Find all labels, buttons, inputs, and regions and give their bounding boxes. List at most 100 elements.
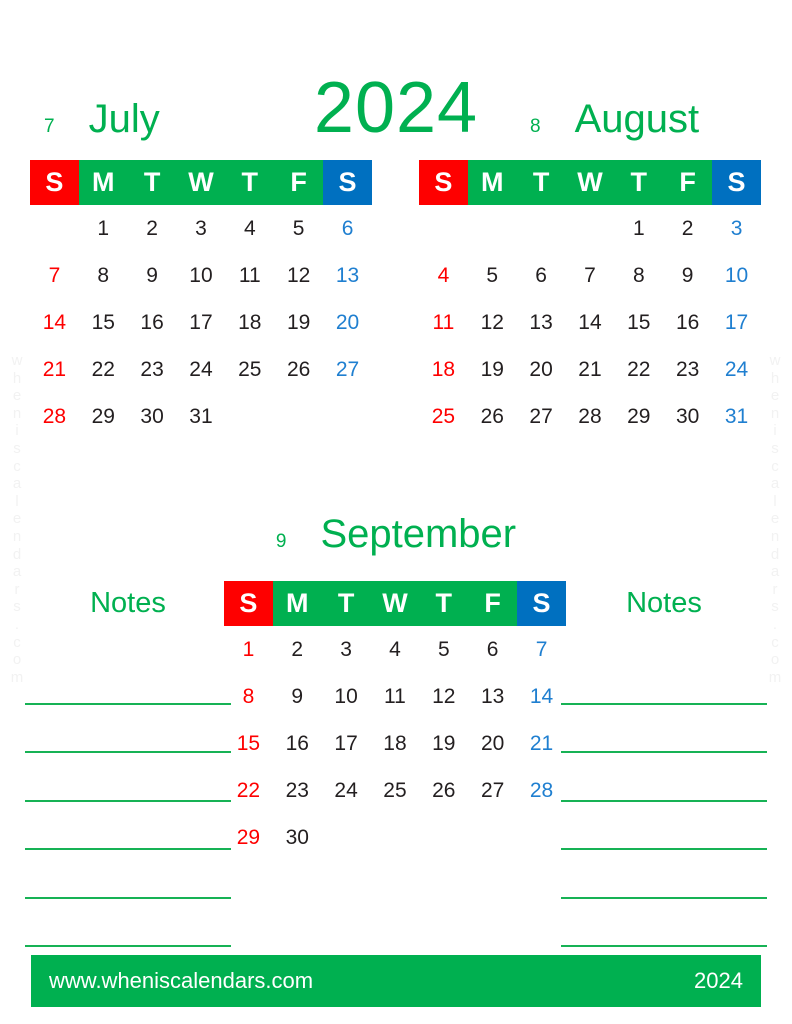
day-cell[interactable]: 5 — [274, 205, 323, 252]
day-cell[interactable]: 22 — [79, 346, 128, 393]
day-cell[interactable]: 11 — [371, 673, 420, 720]
day-cell[interactable]: 13 — [468, 673, 517, 720]
day-cell[interactable]: 26 — [419, 767, 468, 814]
day-cell[interactable]: 28 — [566, 393, 615, 440]
notes-write-line[interactable] — [561, 802, 767, 850]
day-cell[interactable]: 6 — [323, 205, 372, 252]
day-cell[interactable]: 18 — [371, 720, 420, 767]
day-cell[interactable]: 16 — [273, 720, 322, 767]
day-cell[interactable]: 27 — [517, 393, 566, 440]
day-cell[interactable]: 7 — [517, 626, 566, 673]
notes-write-line[interactable] — [561, 656, 767, 705]
day-cell[interactable]: 30 — [663, 393, 712, 440]
day-cell[interactable]: 21 — [566, 346, 615, 393]
day-cell[interactable]: 11 — [225, 252, 274, 299]
day-cell[interactable]: 23 — [128, 346, 177, 393]
day-cell[interactable]: 21 — [517, 720, 566, 767]
day-cell[interactable]: 15 — [224, 720, 273, 767]
day-cell[interactable]: 13 — [517, 299, 566, 346]
notes-write-line[interactable] — [561, 850, 767, 899]
day-cell[interactable]: 7 — [566, 252, 615, 299]
day-cell[interactable]: 31 — [712, 393, 761, 440]
day-cell[interactable]: 2 — [128, 205, 177, 252]
notes-write-line[interactable] — [561, 899, 767, 947]
day-cell[interactable]: 11 — [419, 299, 468, 346]
day-cell[interactable]: 2 — [273, 626, 322, 673]
day-cell[interactable]: 19 — [419, 720, 468, 767]
day-cell[interactable]: 14 — [517, 673, 566, 720]
day-cell[interactable]: 24 — [322, 767, 371, 814]
day-cell[interactable]: 9 — [273, 673, 322, 720]
day-cell[interactable]: 27 — [323, 346, 372, 393]
day-cell[interactable]: 23 — [663, 346, 712, 393]
day-cell[interactable]: 20 — [517, 346, 566, 393]
day-cell[interactable]: 25 — [371, 767, 420, 814]
day-cell[interactable]: 18 — [225, 299, 274, 346]
day-cell[interactable]: 17 — [177, 299, 226, 346]
day-cell[interactable]: 10 — [712, 252, 761, 299]
notes-write-line[interactable] — [25, 850, 231, 899]
notes-write-line[interactable] — [25, 705, 231, 753]
day-cell[interactable]: 4 — [419, 252, 468, 299]
day-cell[interactable]: 4 — [225, 205, 274, 252]
day-cell[interactable]: 28 — [517, 767, 566, 814]
day-cell[interactable]: 29 — [79, 393, 128, 440]
day-cell[interactable]: 14 — [566, 299, 615, 346]
day-cell[interactable]: 20 — [468, 720, 517, 767]
day-cell[interactable]: 12 — [419, 673, 468, 720]
day-cell[interactable]: 12 — [274, 252, 323, 299]
day-cell[interactable]: 25 — [419, 393, 468, 440]
day-cell[interactable]: 8 — [614, 252, 663, 299]
day-cell[interactable]: 31 — [177, 393, 226, 440]
day-cell[interactable]: 10 — [322, 673, 371, 720]
day-cell[interactable]: 14 — [30, 299, 79, 346]
day-cell[interactable]: 1 — [614, 205, 663, 252]
day-cell[interactable]: 26 — [274, 346, 323, 393]
day-cell[interactable]: 16 — [663, 299, 712, 346]
day-cell[interactable]: 8 — [224, 673, 273, 720]
notes-lines-left[interactable] — [25, 656, 231, 947]
day-cell[interactable]: 1 — [79, 205, 128, 252]
day-cell[interactable]: 7 — [30, 252, 79, 299]
day-cell[interactable]: 13 — [323, 252, 372, 299]
day-cell[interactable]: 15 — [614, 299, 663, 346]
day-cell[interactable]: 10 — [177, 252, 226, 299]
day-cell[interactable]: 2 — [663, 205, 712, 252]
day-cell[interactable]: 19 — [468, 346, 517, 393]
day-cell[interactable]: 6 — [517, 252, 566, 299]
day-cell[interactable]: 5 — [468, 252, 517, 299]
day-cell[interactable]: 18 — [419, 346, 468, 393]
day-cell[interactable]: 1 — [224, 626, 273, 673]
notes-write-line[interactable] — [25, 753, 231, 802]
day-cell[interactable]: 19 — [274, 299, 323, 346]
notes-write-line[interactable] — [25, 656, 231, 705]
day-cell[interactable]: 6 — [468, 626, 517, 673]
day-cell[interactable]: 17 — [712, 299, 761, 346]
day-cell[interactable]: 9 — [663, 252, 712, 299]
day-cell[interactable]: 27 — [468, 767, 517, 814]
day-cell[interactable]: 24 — [712, 346, 761, 393]
day-cell[interactable]: 29 — [224, 814, 273, 861]
day-cell[interactable]: 23 — [273, 767, 322, 814]
notes-write-line[interactable] — [561, 753, 767, 802]
notes-lines-right[interactable] — [561, 656, 767, 947]
day-cell[interactable]: 29 — [614, 393, 663, 440]
day-cell[interactable]: 22 — [224, 767, 273, 814]
notes-write-line[interactable] — [25, 899, 231, 947]
notes-write-line[interactable] — [561, 705, 767, 753]
notes-write-line[interactable] — [25, 802, 231, 850]
day-cell[interactable]: 26 — [468, 393, 517, 440]
day-cell[interactable]: 3 — [712, 205, 761, 252]
day-cell[interactable]: 17 — [322, 720, 371, 767]
day-cell[interactable]: 28 — [30, 393, 79, 440]
day-cell[interactable]: 15 — [79, 299, 128, 346]
day-cell[interactable]: 21 — [30, 346, 79, 393]
footer-website-url[interactable]: www.wheniscalendars.com — [49, 968, 313, 994]
day-cell[interactable]: 20 — [323, 299, 372, 346]
day-cell[interactable]: 25 — [225, 346, 274, 393]
day-cell[interactable]: 3 — [177, 205, 226, 252]
day-cell[interactable]: 5 — [419, 626, 468, 673]
day-cell[interactable]: 22 — [614, 346, 663, 393]
day-cell[interactable]: 24 — [177, 346, 226, 393]
day-cell[interactable]: 16 — [128, 299, 177, 346]
